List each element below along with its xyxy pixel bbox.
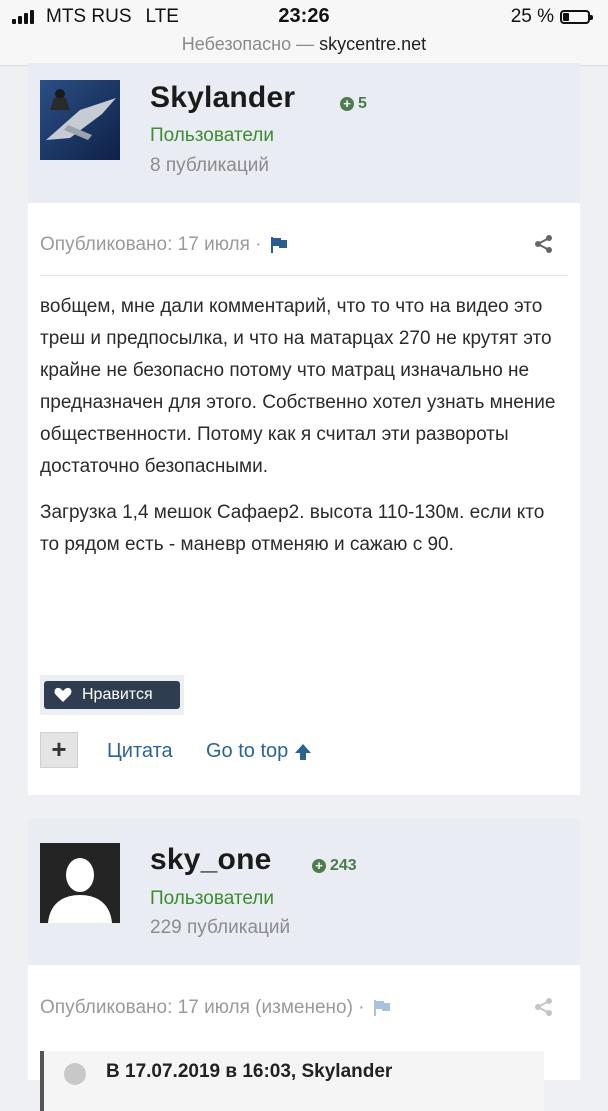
- flag-icon[interactable]: [373, 999, 391, 1017]
- post-paragraph: Загрузка 1,4 мешок Сафаер2. высота 110-1…: [40, 502, 545, 555]
- post-card: Skylander + 5 Пользователи 8 публикаций …: [28, 63, 580, 795]
- plus-circle-icon: +: [340, 97, 354, 111]
- like-label: Нравится: [82, 686, 153, 703]
- post-author-header: sky_one + 243 Пользователи 229 публикаци…: [28, 819, 580, 965]
- battery-icon: [560, 10, 593, 24]
- post-paragraph: вобщем, мне дали комментарий, что то что…: [40, 296, 556, 477]
- flag-icon[interactable]: [270, 236, 288, 254]
- reaction-area: Нравится: [40, 675, 184, 715]
- reputation-badge: + 243: [312, 857, 357, 875]
- avatar[interactable]: [40, 843, 120, 923]
- post-author-header: Skylander + 5 Пользователи 8 публикаций: [28, 63, 580, 203]
- plus-circle-icon: +: [312, 859, 326, 873]
- insecure-label: Небезопасно —: [181, 34, 315, 54]
- reputation-badge: + 5: [340, 95, 367, 113]
- arrow-up-icon: [295, 743, 312, 760]
- like-button[interactable]: Нравится: [44, 681, 180, 709]
- post-meta: Опубликовано: 17 июля ·: [40, 234, 288, 256]
- battery-percent: 25 %: [510, 6, 554, 27]
- heart-icon: [54, 687, 72, 702]
- post-card: sky_one + 243 Пользователи 229 публикаци…: [28, 819, 580, 1111]
- url-host: skycentre.net: [319, 34, 427, 54]
- author-name[interactable]: Skylander: [150, 81, 295, 115]
- multiquote-button[interactable]: +: [40, 732, 78, 768]
- url-bar[interactable]: Небезопасно — skycentre.net: [0, 34, 608, 55]
- battery-fill: [563, 13, 569, 21]
- quote-block: В 17.07.2019 в 16:03, Skylander: [40, 1051, 544, 1111]
- go-to-top-link[interactable]: Go to top: [206, 740, 312, 763]
- quote-link[interactable]: Цитата: [107, 740, 173, 763]
- post-count: 8 публикаций: [150, 155, 269, 176]
- share-icon[interactable]: [534, 997, 554, 1017]
- go-to-top-label: Go to top: [206, 740, 289, 762]
- author-name[interactable]: sky_one: [150, 843, 271, 877]
- browser-status-bar: MTS RUS LTE 23:26 25 % Небезопасно — sky…: [0, 0, 608, 66]
- reputation-count: 243: [330, 857, 357, 874]
- divider: [40, 275, 568, 276]
- battery-status: 25 %: [510, 6, 593, 28]
- quote-avatar-icon: [64, 1063, 86, 1085]
- published-date: Опубликовано: 17 июля ·: [40, 234, 262, 255]
- post-meta: Опубликовано: 17 июля (изменено) ·: [40, 997, 391, 1019]
- post-content: вобщем, мне дали комментарий, что то что…: [40, 291, 560, 575]
- user-group[interactable]: Пользователи: [150, 888, 274, 910]
- reputation-count: 5: [358, 95, 367, 112]
- user-group[interactable]: Пользователи: [150, 125, 274, 147]
- share-icon[interactable]: [534, 234, 554, 254]
- post-count: 229 публикаций: [150, 917, 291, 938]
- published-date: Опубликовано: 17 июля (изменено) ·: [40, 997, 365, 1018]
- avatar[interactable]: [40, 80, 120, 160]
